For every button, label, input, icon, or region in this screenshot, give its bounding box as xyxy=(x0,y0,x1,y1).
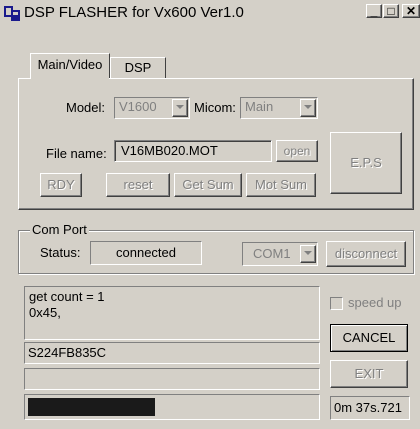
model-dropdown-button[interactable] xyxy=(172,99,188,117)
progress-bar xyxy=(24,394,320,420)
model-select[interactable]: V1600 xyxy=(114,97,190,119)
message-field xyxy=(24,368,320,390)
micom-select[interactable]: Main xyxy=(240,97,318,119)
close-icon: ✕ xyxy=(405,4,417,18)
status-value: connected xyxy=(116,245,176,260)
file-name-value: V16MB020.MOT xyxy=(121,143,218,158)
tab-dsp[interactable]: DSP xyxy=(110,57,166,79)
minimize-icon: _ xyxy=(370,4,378,18)
model-label: Model: xyxy=(66,100,106,115)
active-tab-join xyxy=(31,77,109,80)
com-port-group-label: Com Port xyxy=(30,222,89,237)
log-line-1: get count = 1 xyxy=(29,289,105,304)
timer-field: 0m 37s.721 xyxy=(330,396,410,420)
log-line-2: 0x45, xyxy=(29,305,61,320)
cancel-button[interactable]: CANCEL xyxy=(330,324,408,352)
app-icon xyxy=(4,5,20,21)
open-button[interactable]: open xyxy=(276,140,318,162)
chevron-down-icon xyxy=(176,105,184,109)
timer-value: 0m 37s.721 xyxy=(334,400,402,415)
disconnect-button[interactable]: disconnect xyxy=(326,241,406,267)
tab-main-video[interactable]: Main/Video xyxy=(30,53,110,79)
com-port-select[interactable]: COM1 xyxy=(242,242,318,266)
speed-up-label: speed up xyxy=(348,295,402,310)
file-name-label: File name: xyxy=(46,146,107,161)
maximize-icon: □ xyxy=(387,4,395,18)
get-sum-button[interactable]: Get Sum xyxy=(174,173,242,197)
minimize-button[interactable]: _ xyxy=(366,4,382,18)
chevron-down-icon xyxy=(304,251,312,255)
status-field: connected xyxy=(90,241,202,265)
reset-button[interactable]: reset xyxy=(106,173,170,197)
rdy-button[interactable]: RDY xyxy=(40,173,82,197)
micom-dropdown-button[interactable] xyxy=(300,99,316,117)
checksum-field: S224FB835C xyxy=(24,342,320,364)
title-bar[interactable]: DSP FLASHER for Vx600 Ver1.0 _ □ ✕ xyxy=(0,0,420,26)
eps-button[interactable]: E.P.S xyxy=(330,132,402,194)
com-port-dropdown-button[interactable] xyxy=(300,245,316,263)
micom-label: Micom: xyxy=(194,100,236,115)
file-name-field[interactable]: V16MB020.MOT xyxy=(114,140,272,162)
status-label: Status: xyxy=(40,245,81,260)
window-title: DSP FLASHER for Vx600 Ver1.0 xyxy=(24,4,244,21)
maximize-button[interactable]: □ xyxy=(383,4,399,18)
checksum-value: S224FB835C xyxy=(28,345,107,360)
tab-dsp-label: DSP xyxy=(124,60,152,75)
chevron-down-icon xyxy=(304,105,312,109)
progress-fill xyxy=(28,398,155,416)
log-box[interactable]: get count = 1 0x45, xyxy=(24,286,320,340)
tab-main-video-label: Main/Video xyxy=(37,57,103,72)
mot-sum-button[interactable]: Mot Sum xyxy=(246,173,316,197)
exit-button[interactable]: EXIT xyxy=(330,360,408,388)
close-button[interactable]: ✕ xyxy=(402,4,420,18)
speed-up-checkbox[interactable] xyxy=(330,297,343,310)
